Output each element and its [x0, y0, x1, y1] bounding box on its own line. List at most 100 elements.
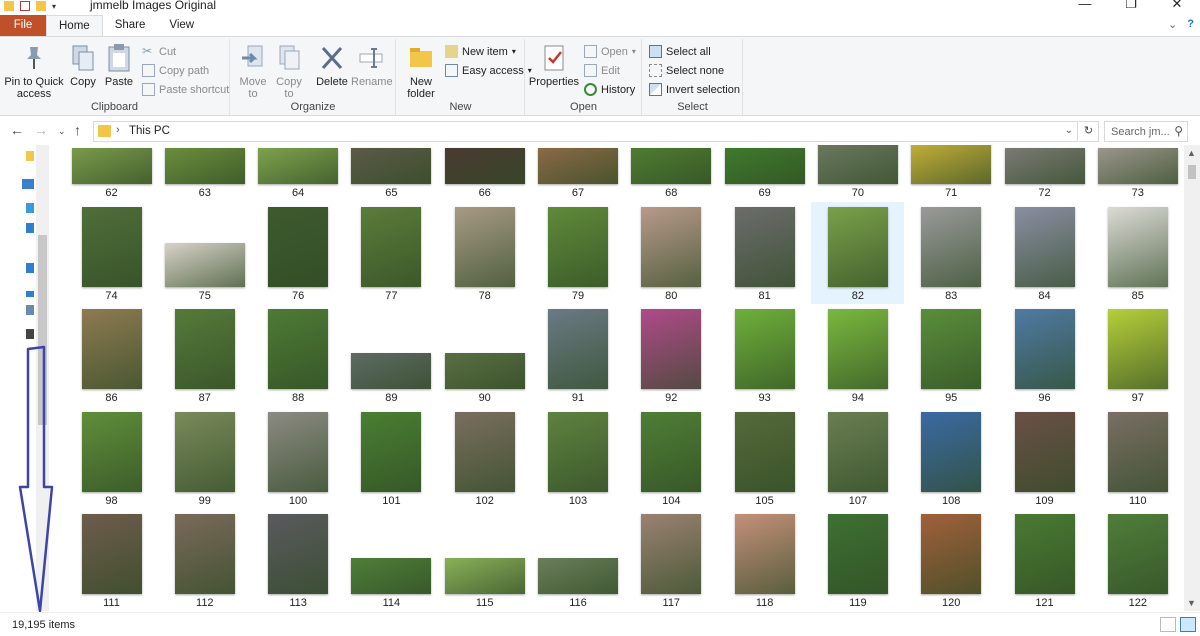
file-item[interactable]: 105 — [718, 407, 811, 509]
file-item[interactable]: 68 — [625, 145, 718, 201]
file-item[interactable]: 83 — [905, 202, 998, 304]
music-icon[interactable] — [26, 291, 34, 297]
file-item[interactable]: 71 — [905, 145, 998, 201]
open-button[interactable]: Open ▾ — [584, 43, 636, 60]
file-item[interactable]: 70 — [811, 145, 904, 201]
maximize-button[interactable]: ❐ — [1108, 0, 1154, 14]
breadcrumb[interactable]: This PC — [129, 125, 170, 137]
file-item[interactable]: 86 — [65, 304, 158, 406]
history-button[interactable]: History — [584, 81, 635, 98]
file-item[interactable]: 107 — [811, 407, 904, 509]
help-icon[interactable]: ? — [1187, 18, 1194, 31]
delete-button[interactable]: Delete — [315, 43, 349, 88]
file-item[interactable]: 104 — [625, 407, 718, 509]
scroll-down-icon[interactable]: ▼ — [1187, 598, 1196, 608]
file-item[interactable]: 73 — [1091, 145, 1183, 201]
file-item[interactable]: 77 — [345, 202, 438, 304]
recent-locations-chevron-icon[interactable]: ⌄ — [58, 126, 66, 137]
file-item[interactable]: 66 — [438, 145, 531, 201]
address-bar[interactable]: › This PC ⌄ — [93, 121, 1078, 142]
refresh-button[interactable]: ↻ — [1079, 121, 1099, 142]
file-item[interactable]: 76 — [252, 202, 345, 304]
chevron-down-icon[interactable]: ▾ — [52, 2, 56, 11]
search-input[interactable]: Search jm... ⚲ — [1104, 121, 1188, 142]
file-item[interactable]: 82 — [811, 201, 905, 304]
paste-button[interactable]: Paste — [102, 43, 136, 88]
file-item[interactable]: 74 — [65, 202, 158, 304]
file-item[interactable]: 90 — [438, 304, 531, 406]
file-item[interactable]: 63 — [158, 145, 251, 201]
file-item[interactable]: 97 — [1091, 304, 1183, 406]
download-icon[interactable] — [26, 263, 34, 273]
file-item[interactable]: 96 — [998, 304, 1091, 406]
easy-access-button[interactable]: Easy access ▾ — [445, 62, 532, 79]
properties-button[interactable]: Properties — [528, 43, 580, 88]
new-item-button[interactable]: New item ▾ — [445, 43, 516, 60]
file-item[interactable]: 84 — [998, 202, 1091, 304]
tab-home[interactable]: Home — [46, 15, 103, 36]
file-item[interactable]: 75 — [158, 202, 251, 304]
scrollbar-thumb[interactable] — [1188, 165, 1196, 179]
file-item[interactable]: 69 — [718, 145, 811, 201]
up-arrow-icon[interactable]: ↑ — [74, 122, 81, 138]
back-arrow-icon[interactable]: ← — [10, 122, 24, 138]
document-icon[interactable] — [26, 223, 34, 233]
file-item[interactable]: 64 — [252, 145, 345, 201]
forward-arrow-icon[interactable]: → — [34, 122, 48, 138]
file-item[interactable]: 102 — [438, 407, 531, 509]
minimize-button[interactable]: — — [1062, 0, 1108, 14]
file-item[interactable]: 110 — [1091, 407, 1183, 509]
file-item[interactable]: 121 — [998, 509, 1091, 611]
new-folder-button[interactable]: New folder — [401, 43, 441, 100]
file-item[interactable]: 87 — [158, 304, 251, 406]
file-item[interactable]: 79 — [532, 202, 625, 304]
picture-icon[interactable] — [26, 305, 34, 315]
file-item[interactable]: 89 — [345, 304, 438, 406]
file-item[interactable]: 80 — [625, 202, 718, 304]
file-item[interactable]: 118 — [718, 509, 811, 611]
video-icon[interactable] — [26, 329, 34, 339]
chevron-right-icon[interactable]: › — [116, 124, 120, 136]
file-item[interactable]: 95 — [905, 304, 998, 406]
file-item[interactable]: 91 — [532, 304, 625, 406]
select-none-button[interactable]: Select none — [649, 62, 724, 79]
file-item[interactable]: 103 — [532, 407, 625, 509]
large-icons-view-icon[interactable] — [1180, 617, 1196, 632]
file-item[interactable]: 99 — [158, 407, 251, 509]
file-item[interactable]: 119 — [811, 509, 904, 611]
tab-view[interactable]: View — [157, 15, 206, 36]
edit-button[interactable]: Edit — [584, 62, 620, 79]
file-item[interactable]: 67 — [532, 145, 625, 201]
file-item[interactable]: 65 — [345, 145, 438, 201]
file-item[interactable]: 78 — [438, 202, 531, 304]
file-item[interactable]: 62 — [65, 145, 158, 201]
file-item[interactable]: 94 — [811, 304, 904, 406]
chevron-down-icon[interactable]: ⌄ — [1168, 18, 1177, 31]
tab-file[interactable]: File — [0, 15, 46, 36]
copy-to-button[interactable]: Copy to — [271, 43, 307, 100]
file-item[interactable]: 114 — [345, 509, 438, 611]
copy-button[interactable]: Copy — [66, 43, 100, 88]
chevron-down-icon[interactable]: ⌄ — [1065, 125, 1073, 136]
vertical-scrollbar[interactable]: ▲ ▼ — [1184, 145, 1200, 611]
file-item[interactable]: 81 — [718, 202, 811, 304]
cut-button[interactable]: ✂ Cut — [142, 43, 176, 60]
properties-icon[interactable] — [20, 1, 30, 11]
file-item[interactable]: 116 — [532, 509, 625, 611]
drive-icon[interactable] — [26, 203, 34, 213]
file-item[interactable]: 72 — [998, 145, 1091, 201]
file-item[interactable]: 122 — [1091, 509, 1183, 611]
move-to-button[interactable]: Move to — [235, 43, 271, 100]
file-item[interactable]: 109 — [998, 407, 1091, 509]
file-item[interactable]: 111 — [65, 509, 158, 611]
file-item[interactable]: 117 — [625, 509, 718, 611]
file-item[interactable]: 98 — [65, 407, 158, 509]
file-item[interactable]: 112 — [158, 509, 251, 611]
file-item[interactable]: 85 — [1091, 202, 1183, 304]
folder-icon[interactable] — [26, 151, 34, 161]
file-item[interactable]: 93 — [718, 304, 811, 406]
details-view-icon[interactable] — [1160, 617, 1176, 632]
close-button[interactable]: ✕ — [1154, 0, 1200, 14]
invert-selection-button[interactable]: Invert selection — [649, 81, 740, 98]
file-item[interactable]: 88 — [252, 304, 345, 406]
